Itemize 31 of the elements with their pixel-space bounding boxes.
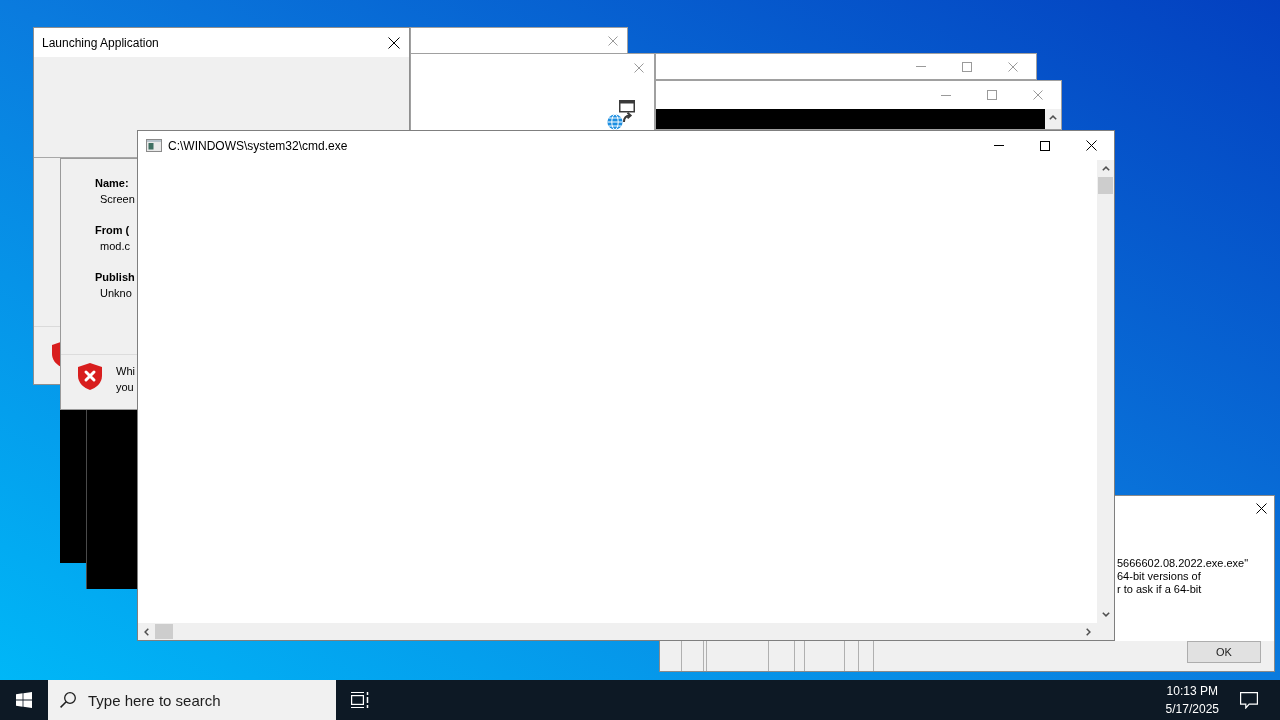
chevron-right-icon — [1086, 627, 1091, 636]
ok-button[interactable]: OK — [1187, 641, 1261, 663]
chevron-down-icon — [1101, 612, 1110, 617]
field-label: Name: — [95, 176, 129, 191]
window-title: Launching Application — [42, 34, 159, 51]
search-field[interactable]: Type here to search — [88, 691, 336, 709]
windows-logo-icon — [16, 692, 32, 708]
terminal-icon — [146, 139, 162, 152]
clock-button[interactable]: 10:13 PM 5/17/2025 — [1158, 680, 1226, 720]
speech-bubble-icon — [1240, 691, 1258, 709]
window-title: C:\WINDOWS\system32\cmd.exe — [168, 137, 348, 154]
horizontal-scrollbar[interactable] — [138, 623, 1097, 640]
shield-icon — [52, 341, 60, 368]
shield-error-icon — [78, 363, 102, 390]
field-label: Publish — [95, 270, 135, 285]
scroll-thumb[interactable] — [1098, 177, 1113, 194]
field-label: From ( — [95, 223, 130, 238]
task-view-icon — [351, 692, 369, 708]
message-text: 5666602.08.2022.exe.exe" 64-bit versions of r to ask if a 64-bit — [1117, 557, 1249, 596]
warning-text: Whi you — [116, 364, 135, 395]
scroll-thumb[interactable] — [155, 624, 173, 639]
chevron-up-icon — [1101, 166, 1110, 171]
chevron-left-icon — [144, 627, 149, 636]
field-value: Unkno — [100, 286, 132, 301]
search-box[interactable]: Type here to search — [48, 680, 336, 720]
chevron-up-icon — [1049, 115, 1057, 120]
search-icon — [60, 692, 76, 708]
field-value: Screen — [100, 192, 135, 207]
close-icon — [1255, 502, 1267, 514]
vertical-scrollbar[interactable] — [1097, 160, 1114, 623]
field-value: mod.c — [100, 239, 130, 254]
